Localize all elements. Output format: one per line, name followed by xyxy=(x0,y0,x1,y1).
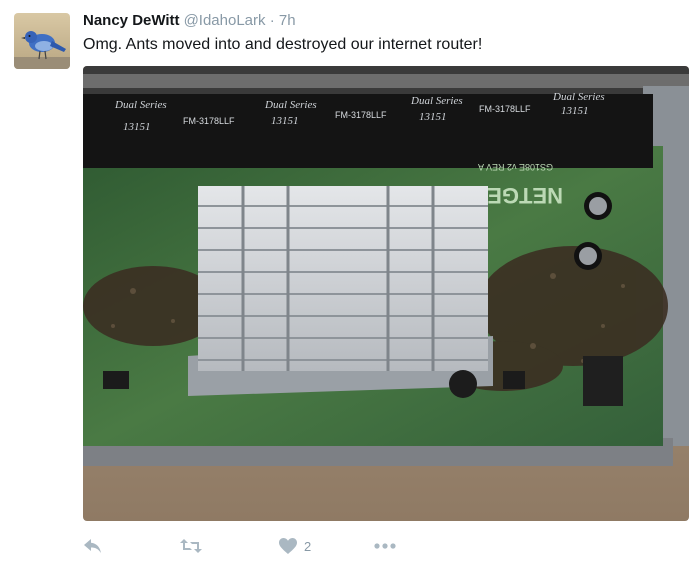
chip-code-label: 13151 xyxy=(123,121,151,133)
like-count: 2 xyxy=(304,538,312,554)
chip-part-label: FM-3178LLF xyxy=(183,116,235,126)
author-name[interactable]: Nancy DeWitt xyxy=(83,12,180,29)
author-handle[interactable]: @IdahoLark xyxy=(184,12,266,29)
tweet-header: Nancy DeWitt @IdahoLark · 7h xyxy=(83,11,296,31)
reply-icon xyxy=(84,539,101,553)
tweet-text: Omg. Ants moved into and destroyed our i… xyxy=(83,36,483,53)
like-button[interactable]: 2 xyxy=(278,532,311,560)
tweet-actions: 2 xyxy=(83,532,683,560)
chip-brand-label: Dual Series xyxy=(264,99,317,111)
chip-brand-label: Dual Series xyxy=(410,95,463,107)
board-serial: GS108E v2 REV A xyxy=(478,162,553,172)
more-icon xyxy=(374,543,396,549)
chip-part-label: FM-3178LLF xyxy=(335,110,387,120)
chip-code-label: 13151 xyxy=(419,111,447,123)
chip-code-label: 13151 xyxy=(271,115,299,127)
retweet-button[interactable] xyxy=(179,532,203,560)
router-photo: Dual Series 13151 Dual Series 13151 Dual… xyxy=(83,66,689,521)
chip-part-label: FM-3178LLF xyxy=(479,104,531,114)
tweet-timestamp[interactable]: 7h xyxy=(279,12,296,29)
heart-icon xyxy=(279,538,297,554)
reply-button[interactable] xyxy=(83,532,103,560)
bluebird-avatar-image xyxy=(14,13,70,69)
chip-code-label: 13151 xyxy=(561,105,589,117)
chip-brand-label: Dual Series xyxy=(114,99,167,111)
chip-brand-label: Dual Series xyxy=(552,91,605,103)
retweet-icon xyxy=(180,539,202,553)
tweet: Nancy DeWitt @IdahoLark · 7h Omg. Ants mo… xyxy=(0,0,700,565)
avatar[interactable] xyxy=(14,13,70,69)
more-button[interactable] xyxy=(373,532,397,560)
heatsink xyxy=(188,186,493,398)
time-separator: · xyxy=(269,12,275,29)
tweet-photo[interactable]: Dual Series 13151 Dual Series 13151 Dual… xyxy=(83,66,689,521)
